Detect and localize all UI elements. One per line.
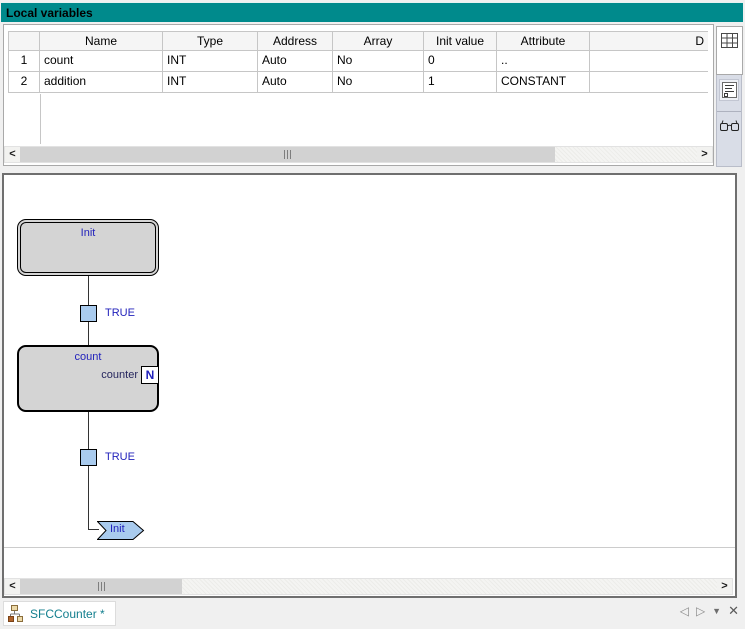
cell-rownum[interactable]: 2 xyxy=(8,72,40,93)
table-grid-icon xyxy=(721,33,738,48)
header-attribute[interactable]: Attribute xyxy=(497,31,590,51)
step-action-block[interactable]: counter N xyxy=(59,366,159,384)
variables-table: Name Type Address Array Init value Attri… xyxy=(8,31,708,93)
sfc-step-count[interactable]: count counter N xyxy=(17,345,159,412)
sfc-transition-1[interactable] xyxy=(80,305,97,322)
transition-2-label: TRUE xyxy=(105,451,135,463)
step-count-label: count xyxy=(75,351,102,363)
tab-label: SFCCounter * xyxy=(30,607,105,621)
scrollbar-thumb[interactable] xyxy=(20,579,182,594)
cell-init-value[interactable]: 0 xyxy=(424,51,497,72)
side-toolbar xyxy=(716,26,742,167)
initial-step-label: Init xyxy=(81,227,96,239)
tab-navigation-controls: ◁ ▷ ▼ ✕ xyxy=(680,603,739,619)
scroll-left-icon[interactable]: < xyxy=(5,147,20,162)
sfc-link-line xyxy=(88,322,89,345)
action-name-label: counter xyxy=(101,369,138,381)
scroll-right-icon[interactable]: > xyxy=(697,147,712,162)
document-view-button[interactable] xyxy=(719,79,739,101)
binoculars-icon xyxy=(720,120,739,132)
sfc-transition-2[interactable] xyxy=(80,449,97,466)
header-clipped[interactable]: D xyxy=(590,31,708,51)
header-type[interactable]: Type xyxy=(163,31,258,51)
cell-init-value[interactable]: 1 xyxy=(424,72,497,93)
sfc-link-line xyxy=(88,276,89,305)
jump-target-label: Init xyxy=(110,523,125,535)
scrollbar-grip-icon xyxy=(98,582,105,591)
sfc-initial-step[interactable]: Init xyxy=(17,219,159,276)
application-window: Local variables Name Type Address Array … xyxy=(0,0,745,629)
action-qualifier-box[interactable]: N xyxy=(141,366,159,384)
variables-table-panel: Name Type Address Array Init value Attri… xyxy=(3,24,714,166)
sfc-editor-canvas[interactable]: Init TRUE count counter N TRUE Ini xyxy=(2,173,737,598)
cell-type[interactable]: INT xyxy=(163,72,258,93)
cell-attribute[interactable]: CONSTANT xyxy=(497,72,590,93)
tab-sfccounter[interactable]: SFCCounter * xyxy=(3,601,116,626)
watch-button[interactable] xyxy=(719,115,739,137)
chart-area-divider xyxy=(4,547,735,548)
tab-list-dropdown-icon[interactable]: ▼ xyxy=(712,606,721,616)
cell-array[interactable]: No xyxy=(333,72,424,93)
cell-array[interactable]: No xyxy=(333,51,424,72)
cell-rownum[interactable]: 1 xyxy=(8,51,40,72)
local-variables-title: Local variables xyxy=(1,2,743,22)
variables-horizontal-scrollbar[interactable]: < > xyxy=(4,146,713,163)
cell-address[interactable]: Auto xyxy=(258,72,333,93)
tab-next-icon[interactable]: ▷ xyxy=(696,604,705,618)
table-row[interactable]: 2 addition INT Auto No 1 CONSTANT xyxy=(8,72,708,93)
toolbar-separator xyxy=(717,111,741,112)
scrollbar-thumb[interactable] xyxy=(20,147,555,162)
cell-name[interactable]: addition xyxy=(40,72,163,93)
document-list-icon xyxy=(722,82,737,98)
scrollbar-track[interactable] xyxy=(20,579,717,594)
header-init-value[interactable]: Init value xyxy=(424,31,497,51)
header-address[interactable]: Address xyxy=(258,31,333,51)
header-rownum[interactable] xyxy=(8,31,40,51)
tab-close-icon[interactable]: ✕ xyxy=(728,603,739,619)
sfc-link-line xyxy=(88,466,89,530)
header-name[interactable]: Name xyxy=(40,31,163,51)
sfc-link-line xyxy=(88,412,89,449)
cell-name[interactable]: count xyxy=(40,51,163,72)
scrollbar-track[interactable] xyxy=(20,147,697,162)
grid-view-button[interactable] xyxy=(716,26,743,75)
header-array[interactable]: Array xyxy=(333,31,424,51)
cell-attribute[interactable]: .. xyxy=(497,51,590,72)
transition-1-label: TRUE xyxy=(105,307,135,319)
cell-extra[interactable] xyxy=(590,51,708,72)
scrollbar-grip-icon xyxy=(284,150,291,159)
tab-prev-icon[interactable]: ◁ xyxy=(680,604,689,618)
cell-type[interactable]: INT xyxy=(163,51,258,72)
sfc-program-icon xyxy=(8,605,25,622)
scroll-left-icon[interactable]: < xyxy=(5,579,20,594)
cell-address[interactable]: Auto xyxy=(258,51,333,72)
table-row[interactable]: 1 count INT Auto No 0 .. xyxy=(8,51,708,72)
document-tab-bar: SFCCounter * ◁ ▷ ▼ ✕ xyxy=(0,599,745,629)
canvas-horizontal-scrollbar[interactable]: < > xyxy=(4,578,733,595)
scroll-right-icon[interactable]: > xyxy=(717,579,732,594)
cell-extra[interactable] xyxy=(590,72,708,93)
table-header-row: Name Type Address Array Init value Attri… xyxy=(8,31,708,51)
rownum-column-line xyxy=(40,94,41,144)
